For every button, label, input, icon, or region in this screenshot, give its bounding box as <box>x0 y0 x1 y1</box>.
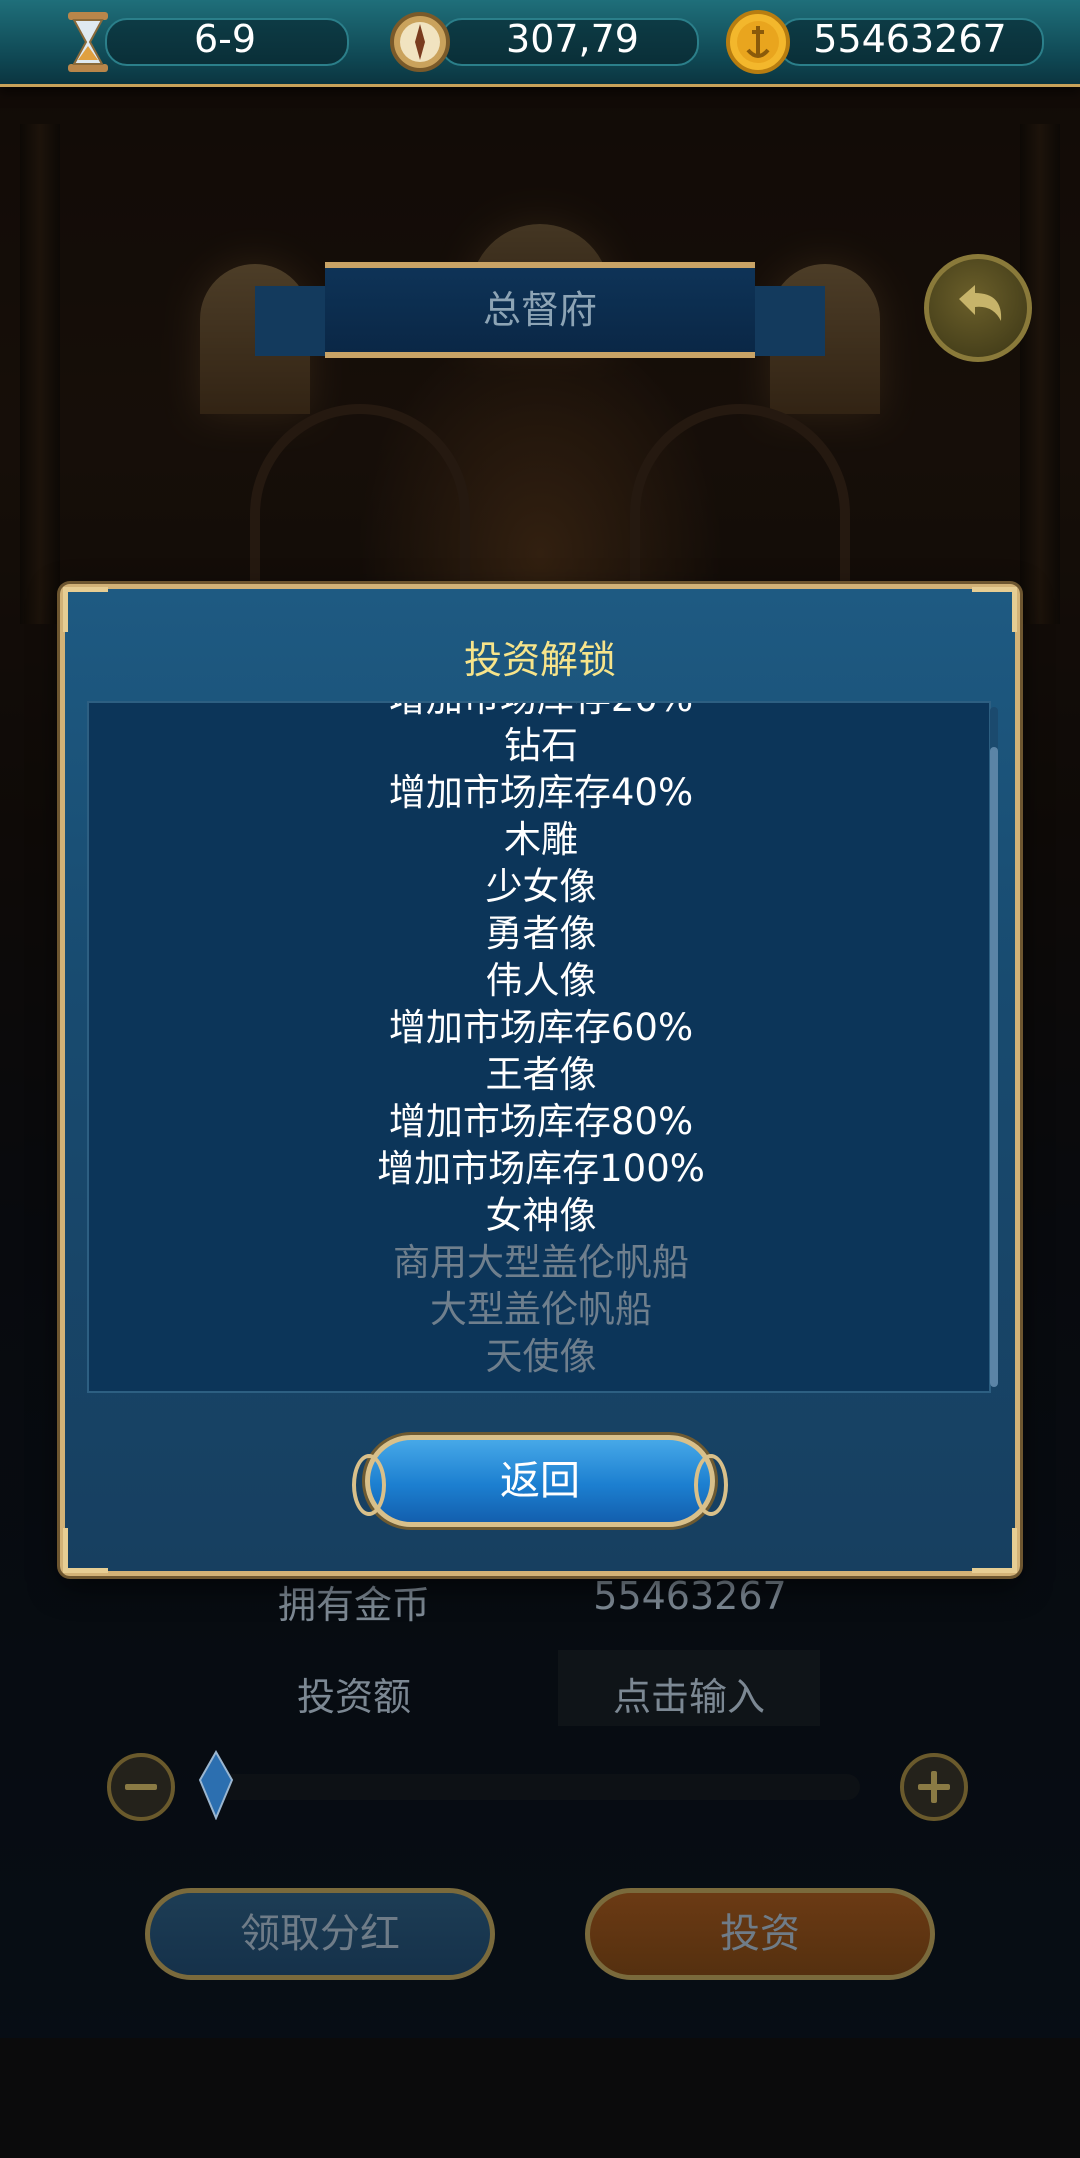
investment-input-placeholder: 点击输入 <box>612 1675 765 1719</box>
list-scrollbar[interactable] <box>990 707 998 1387</box>
collect-dividend-button[interactable]: 领取分红 <box>145 1888 495 1980</box>
dialog-title: 投资解锁 <box>463 638 616 682</box>
slider-handle-gem-icon[interactable] <box>196 1750 236 1820</box>
gold-value: 55463267 <box>813 17 1007 61</box>
banner-ribbon-right <box>745 286 825 356</box>
coordinates-value: 307,79 <box>506 17 639 61</box>
unlock-list-item: 增加市场库存60% <box>388 1006 694 1049</box>
unlock-list-item: 少女像 <box>485 865 597 908</box>
unlock-list-item: 天使像 <box>485 1335 597 1378</box>
level-value: 6-9 <box>193 17 257 61</box>
unlock-list-item: 增加市场库存80% <box>388 1100 694 1143</box>
investment-label: 投资额 <box>296 1675 411 1719</box>
owned-gold-value: 55463267 <box>593 1574 787 1618</box>
back-arrow-icon <box>959 285 1002 321</box>
return-button-label: 返回 <box>500 1458 580 1504</box>
gold-coin-icon <box>726 10 790 74</box>
corner-ornament <box>972 587 1017 632</box>
return-button[interactable]: 返回 <box>352 1435 728 1527</box>
unlock-list-item: 增加市场库存40% <box>388 771 694 814</box>
button-ornament <box>352 1454 386 1516</box>
unlock-list-item: 商用大型盖伦帆船 <box>393 1241 689 1284</box>
invest-button[interactable]: 投资 <box>585 1888 935 1980</box>
unlock-list-item: 钻石 <box>504 724 578 767</box>
unlock-list-item: 增加市场库存20% <box>89 703 989 722</box>
bottom-bar <box>0 2038 1080 2158</box>
unlock-list-item: 勇者像 <box>485 912 597 955</box>
scrollbar-thumb[interactable] <box>990 747 998 1387</box>
increase-button[interactable] <box>900 1753 968 1821</box>
compass-icon <box>390 12 450 72</box>
unlock-list-item: 女神像 <box>485 1194 597 1237</box>
owned-gold-label: 拥有金币 <box>277 1583 430 1627</box>
decrease-button[interactable] <box>107 1753 175 1821</box>
unlock-list-items: 增加市场库存20% 钻石增加市场库存40%木雕少女像勇者像伟人像增加市场库存60%… <box>89 703 989 1380</box>
unlock-list-item: 木雕 <box>504 818 578 861</box>
unlock-list-item: 增加市场库存100% <box>377 1147 705 1190</box>
minus-icon <box>125 1784 157 1790</box>
investment-unlock-dialog: 投资解锁 增加市场库存20%钻石增加市场库存40%木雕少女像勇者像伟人像增加市场… <box>60 584 1020 1576</box>
unlock-list-item: 大型盖伦帆船 <box>430 1288 652 1331</box>
corner-ornament <box>972 1528 1017 1573</box>
button-ornament <box>694 1454 728 1516</box>
unlock-list[interactable]: 增加市场库存20% 钻石增加市场库存40%木雕少女像勇者像伟人像增加市场库存60%… <box>87 701 991 1393</box>
corner-ornament <box>63 1528 108 1573</box>
banner-ribbon-left <box>255 286 335 356</box>
plus-icon <box>918 1771 950 1803</box>
unlock-list-item: 伟人像 <box>485 959 597 1002</box>
corner-ornament <box>63 587 108 632</box>
back-button[interactable] <box>924 254 1032 362</box>
unlock-list-item: 王者像 <box>485 1053 597 1096</box>
investment-slider[interactable] <box>200 1774 860 1800</box>
page-title-banner: 总督府 <box>325 262 755 358</box>
top-hud: 6-9 307,79 55463267 <box>0 0 1080 87</box>
